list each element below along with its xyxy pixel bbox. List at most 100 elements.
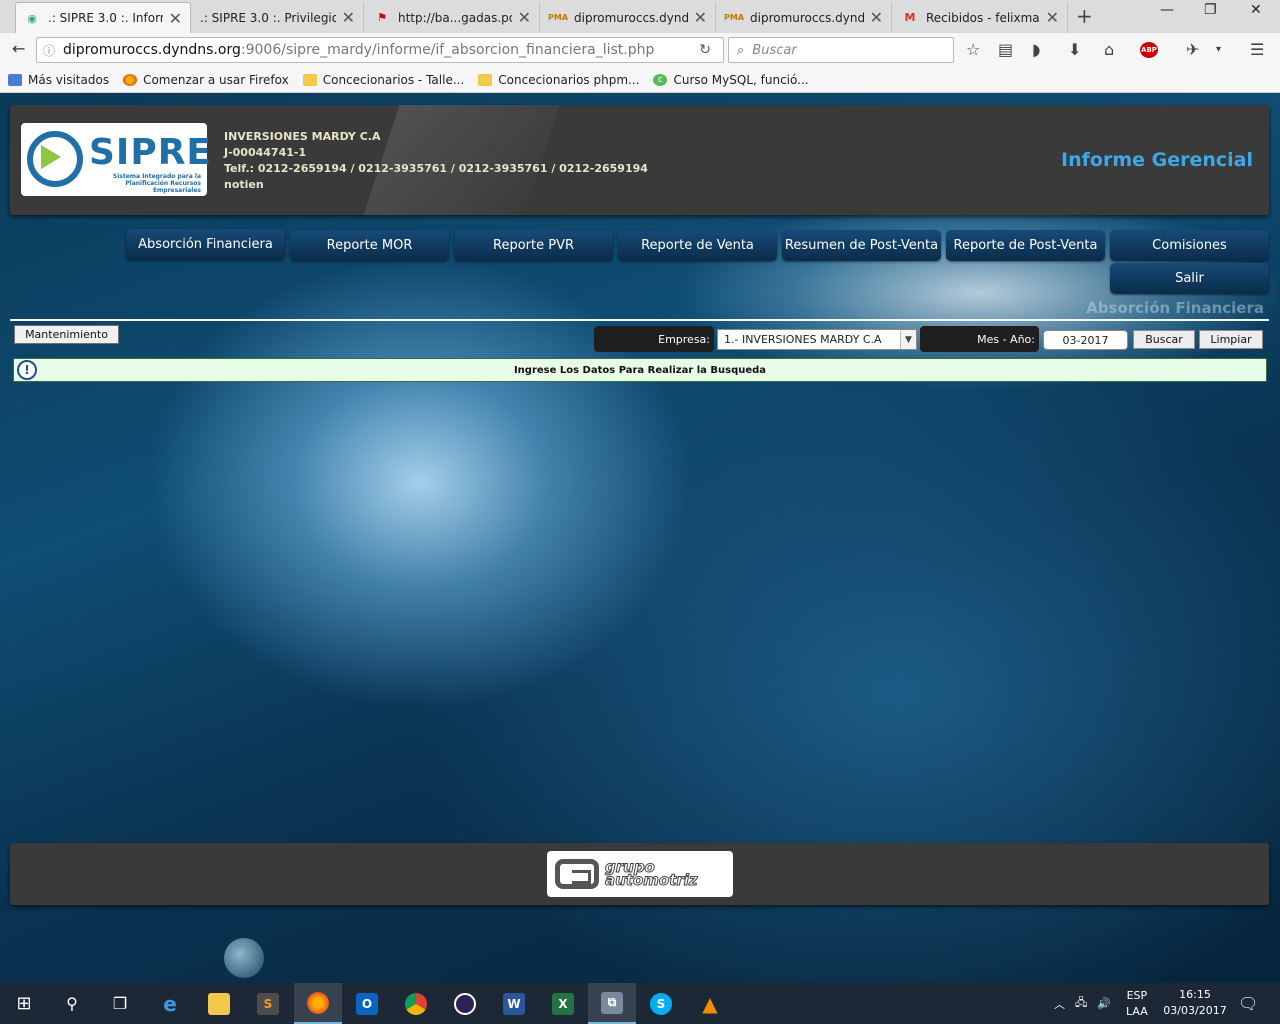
restore-icon[interactable]: ❐ [1204,2,1217,18]
chrome-icon [405,992,427,1015]
chevron-up-icon[interactable]: ︿ [1054,996,1065,1012]
volume-icon[interactable]: 🔊 [1097,997,1111,1010]
decorative-bubble [224,938,264,978]
site-info-icon[interactable]: ⓘ [43,42,55,59]
play-icon [41,145,61,169]
page-content: SIPRE Sistema Integrado para la Planific… [0,93,1280,983]
taskbar-edge[interactable]: e [146,983,194,1024]
download-icon[interactable]: ⬇ [1068,40,1081,59]
close-tab-icon[interactable]: ✕ [870,8,883,27]
home-icon[interactable]: ⌂ [1104,40,1114,59]
limpiar-button[interactable]: Limpiar [1199,330,1263,349]
logout-button[interactable]: Salir [1110,263,1269,294]
network-icon[interactable]: 🖧 [1075,994,1087,1013]
section-title: Absorción Financiera [1086,299,1264,317]
reading-list-icon[interactable]: ▤ [998,40,1013,59]
tab-pdf[interactable]: ⚑ http://ba...gadas.pdf ✕ [366,2,540,33]
folder-icon [302,73,317,86]
menu-reporte-mor[interactable]: Reporte MOR [290,230,449,261]
company-rif: J-00044741-1 [224,146,307,159]
close-tab-icon[interactable]: ✕ [342,8,355,27]
bookmark-mas-visitados[interactable]: Más visitados [8,73,109,87]
browser-nav-bar: ← ⓘ dipromuroccs.dyndns.org:9006/sipre_m… [0,33,1280,67]
company-info: INVERSIONES MARDY C.A J-00044741-1 Telf.… [224,129,648,193]
company-phones: Telf.: 0212-2659194 / 0212-3935761 / 021… [224,162,648,175]
task-view-button[interactable]: ❐ [96,983,144,1024]
menu-comisiones[interactable]: Comisiones [1110,230,1269,261]
window-close-icon[interactable]: ✕ [1250,2,1262,18]
firefox-icon [307,991,329,1014]
tab-phpmyadmin-2[interactable]: PMA dipromuroccs.dynd... ✕ [718,2,892,33]
taskbar-search[interactable]: ⚲ [48,983,96,1024]
skype-icon: S [650,992,672,1015]
tab-sipre-informe[interactable]: ◉ .: SIPRE 3.0 :. Inform... ✕ [15,2,191,33]
windows-icon: ⊞ [16,993,32,1014]
tab-phpmyadmin-1[interactable]: PMA dipromuroccs.dynd... ✕ [542,2,716,33]
buscar-button[interactable]: Buscar [1133,330,1195,349]
taskbar-firefox[interactable] [294,983,342,1024]
pdf-icon: ⚑ [377,11,387,24]
bookmark-firefox[interactable]: Comenzar a usar Firefox [123,73,289,87]
close-tab-icon[interactable]: ✕ [518,8,531,27]
edge-icon: e [163,991,177,1016]
grupo-automotriz-logo: grupo automotriz [547,851,733,897]
taskbar-sublime[interactable]: S [244,983,292,1024]
taskbar-excel[interactable]: X [539,983,587,1024]
excel-icon: X [552,992,574,1015]
extension-icon[interactable]: ✈ [1186,40,1199,59]
taskbar-vlc[interactable]: ▲ [686,983,734,1024]
start-button[interactable]: ⊞ [0,983,48,1024]
pma-icon: PMA [724,13,745,22]
empresa-select[interactable]: 1.- INVERSIONES MARDY C.A ▼ [717,329,917,350]
info-message-bar: ! Ingrese Los Datos Para Realizar la Bus… [13,358,1267,382]
page-title: Informe Gerencial [1061,149,1253,171]
sipre-logo: SIPRE Sistema Integrado para la Planific… [21,123,211,196]
mes-ano-input[interactable]: 03-2017 [1043,330,1128,350]
back-icon[interactable]: ← [12,39,25,58]
menu-reporte-pvr[interactable]: Reporte PVR [454,230,613,261]
taskbar-network-app[interactable]: ⧉ [588,983,636,1024]
folder-icon [478,73,493,86]
menu-reporte-post-venta[interactable]: Reporte de Post-Venta [946,230,1105,261]
dropdown-icon[interactable]: ▾ [1216,44,1221,55]
search-input[interactable]: ⌕ Buscar [728,37,954,63]
taskbar-word[interactable]: W [490,983,538,1024]
taskbar-skype[interactable]: S [637,983,685,1024]
minimize-icon[interactable]: — [1160,2,1174,18]
menu-reporte-venta[interactable]: Reporte de Venta [618,230,777,261]
taskbar-chrome[interactable] [392,983,440,1024]
close-tab-icon[interactable]: ✕ [694,8,707,27]
notifications-icon[interactable]: 🗨 [1238,983,1258,1024]
bookmark-curso-mysql[interactable]: c Curso MySQL, funció... [653,73,809,87]
reload-icon[interactable]: ↻ [699,42,711,58]
current-user: notien [224,178,264,191]
pma-icon: PMA [548,13,569,22]
bookmark-star-icon[interactable]: ☆ [966,40,980,59]
clock[interactable]: 16:15 03/03/2017 [1160,987,1230,1019]
taskbar-outlook[interactable]: O [343,983,391,1024]
chevron-down-icon[interactable]: ▼ [900,330,916,349]
close-tab-icon[interactable]: ✕ [169,9,182,28]
word-icon: W [503,992,525,1015]
pocket-icon[interactable]: ◗ [1032,40,1040,59]
menu-absorcion-financiera[interactable]: Absorción Financiera [126,229,285,260]
search-icon: ⌕ [737,42,745,58]
url-bar[interactable]: ⓘ dipromuroccs.dyndns.org:9006/sipre_mar… [36,37,724,63]
menu-resumen-post-venta[interactable]: Resumen de Post-Venta [782,230,941,261]
new-tab-icon[interactable]: + [1076,4,1093,28]
mantenimiento-button[interactable]: Mantenimiento [14,325,119,344]
bookmark-concecionarios-talle[interactable]: Concecionarios - Talle... [302,73,464,87]
globe-icon: ◉ [27,11,37,25]
close-tab-icon[interactable]: ✕ [1046,8,1059,27]
adblock-icon[interactable]: ABP [1140,42,1158,58]
taskbar-explorer[interactable] [195,983,243,1024]
divider [10,319,1269,321]
mes-ano-label: Mes - Año: [920,326,1039,352]
bookmark-concecionarios-phpm[interactable]: Concecionarios phpm... [478,73,639,87]
tab-gmail[interactable]: M Recibidos - felixmar... ✕ [894,2,1068,33]
sublime-icon: S [257,992,279,1015]
tab-sipre-privilegios[interactable]: .: SIPRE 3.0 :. Privilegios ... ✕ [192,2,364,33]
language-indicator[interactable]: ESP LAA [1126,983,1148,1024]
menu-hamburger-icon[interactable]: ☰ [1250,40,1264,59]
taskbar-eclipse[interactable] [441,983,489,1024]
